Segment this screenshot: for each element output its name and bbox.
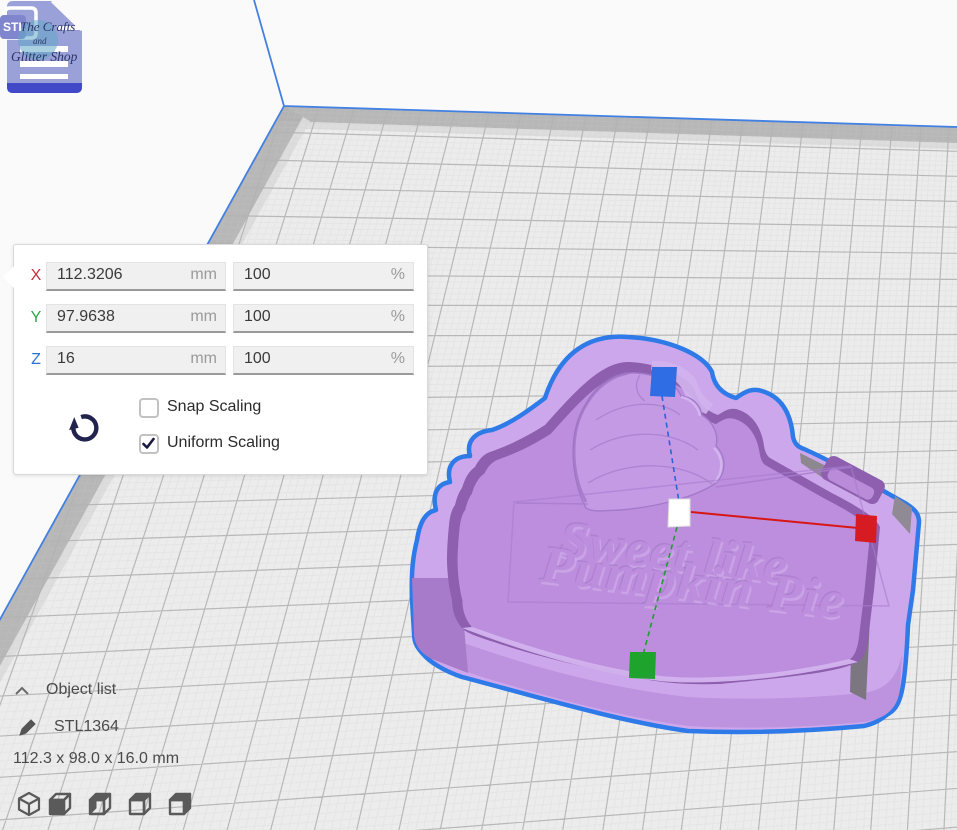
svg-text:Glitter Shop: Glitter Shop — [11, 49, 78, 64]
svg-text:and: and — [33, 36, 47, 46]
svg-text:The Crafts: The Crafts — [20, 19, 75, 34]
